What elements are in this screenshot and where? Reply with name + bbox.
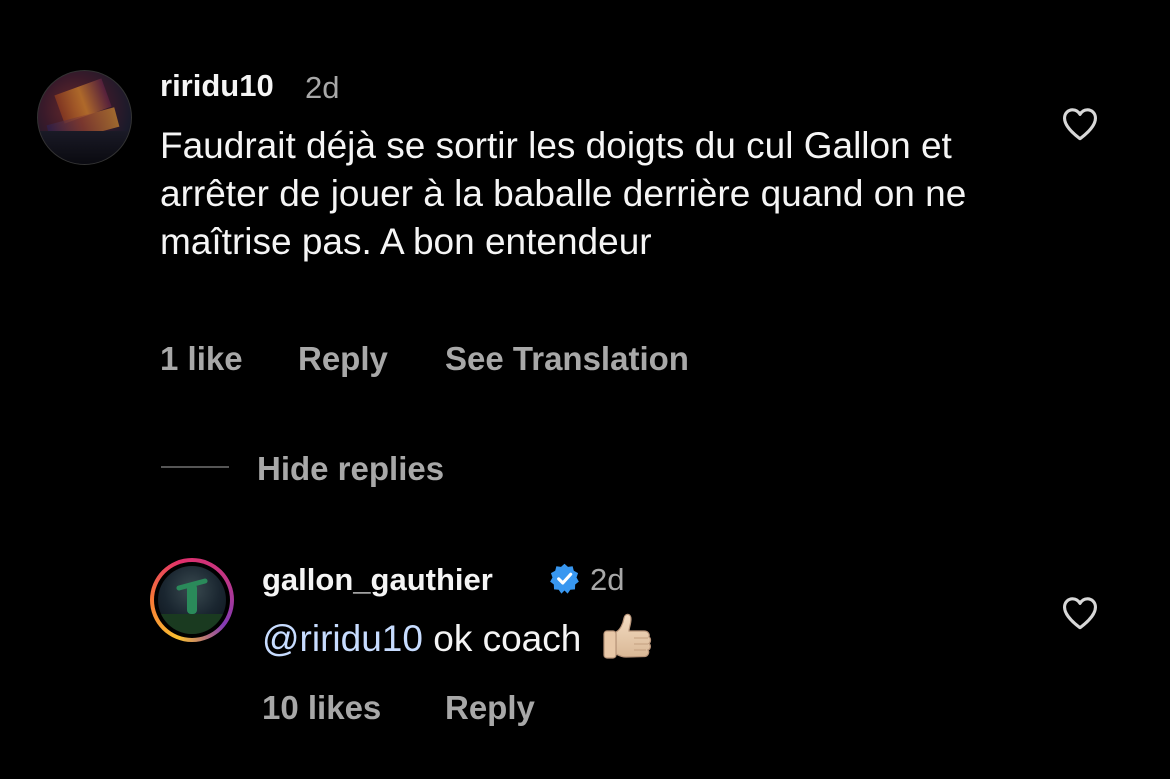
comment-reply-button[interactable]: Reply — [298, 340, 388, 378]
comment-text: Faudrait déjà se sortir les doigts du cu… — [160, 125, 967, 262]
avatar-photo-detail — [38, 131, 131, 164]
avatar-riridu10[interactable] — [37, 70, 132, 165]
heart-icon[interactable] — [1061, 107, 1099, 141]
reply-text: @riridu10 ok coach — [262, 613, 654, 668]
verified-badge-icon — [550, 563, 579, 594]
thumbs-up-emoji-icon — [603, 613, 651, 659]
comment-time: 2d — [305, 70, 340, 105]
reply-time: 2d — [590, 562, 625, 597]
hide-replies-button[interactable]: Hide replies — [257, 450, 444, 488]
reply-username[interactable]: gallon_gauthier — [262, 562, 493, 598]
reply-message: ok coach — [422, 617, 582, 659]
mention-link[interactable]: @riridu10 — [262, 618, 423, 659]
see-translation-button[interactable]: See Translation — [445, 340, 689, 378]
comment-likes-count[interactable]: 1 like — [160, 340, 243, 378]
reply-reply-button[interactable]: Reply — [445, 689, 535, 727]
reply-heart-icon[interactable] — [1061, 596, 1099, 630]
avatar-gallon-gauthier[interactable] — [158, 566, 226, 634]
avatar-photo-detail — [158, 614, 226, 634]
replies-divider — [161, 466, 229, 468]
avatar-photo-detail — [187, 584, 197, 614]
reply-likes-count[interactable]: 10 likes — [262, 689, 381, 727]
comment-username[interactable]: riridu10 — [160, 68, 274, 104]
